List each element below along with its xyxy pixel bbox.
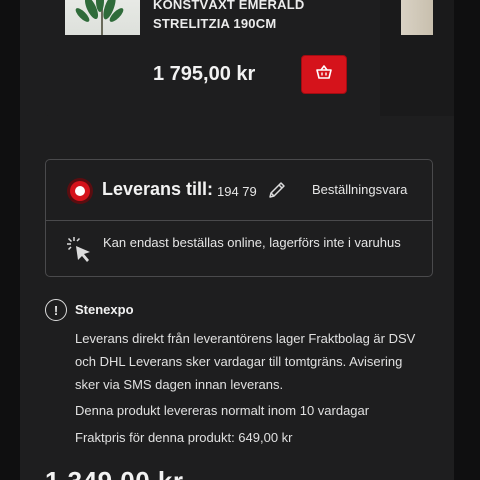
product-image[interactable] <box>401 0 433 35</box>
exclamation-icon: ! <box>45 299 67 321</box>
pencil-icon[interactable] <box>267 180 287 205</box>
related-product-card[interactable]: KONSTVÄXT EMERALD STRELITZIA 190CM 1 795… <box>45 0 391 116</box>
product-price: 1 795,00 kr <box>153 63 256 85</box>
delivery-title: Leverans till: <box>102 179 214 199</box>
supplier-name: Stenexpo <box>75 302 134 317</box>
basket-icon <box>316 65 332 84</box>
delivery-time-info: Denna produkt levereras normalt inom 10 … <box>75 403 370 418</box>
delivery-option[interactable]: Leverans till: 194 79 Beställningsvara <box>46 160 432 221</box>
supplier-delivery-info: Leverans direkt från leverantörens lager… <box>75 331 416 392</box>
cursor-click-icon <box>65 235 93 268</box>
product-page: KONSTVÄXT EMERALD STRELITZIA 190CM 1 795… <box>20 0 454 480</box>
radio-selected-icon[interactable] <box>67 178 93 204</box>
online-only-notice: Kan endast beställas online, lagerförs i… <box>46 221 432 278</box>
next-product-card[interactable] <box>380 0 454 116</box>
delivery-box: Leverans till: 194 79 Beställningsvara K… <box>45 159 433 277</box>
order-type-label: Beställningsvara <box>312 182 408 197</box>
online-only-text: Kan endast beställas online, lagerförs i… <box>103 235 401 250</box>
add-to-cart-button[interactable] <box>301 55 347 94</box>
main-price: 1 349,00 kr <box>45 466 184 480</box>
product-image[interactable] <box>65 0 140 35</box>
shipping-price-info: Fraktpris för denna produkt: 649,00 kr <box>75 430 293 445</box>
delivery-zip: 194 79 <box>217 184 257 199</box>
product-name[interactable]: KONSTVÄXT EMERALD STRELITZIA 190CM <box>153 0 353 33</box>
